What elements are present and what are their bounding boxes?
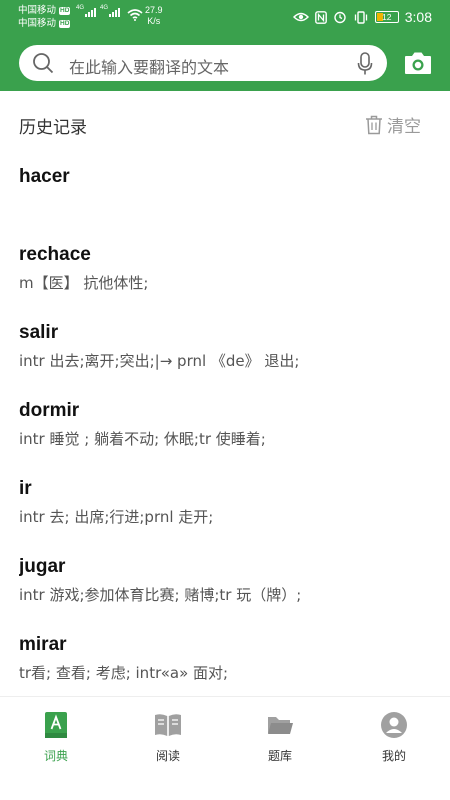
history-item[interactable]: salir intr 出去;离开;突出;|→ prnl 《de》 退出; — [19, 319, 429, 397]
history-item[interactable]: hacer — [19, 163, 429, 241]
status-icons-right: 12 3:08 — [292, 9, 432, 25]
history-word: ir — [19, 478, 32, 499]
history-definition: intr 出去;离开;突出;|→ prnl 《de》 退出; — [19, 352, 300, 370]
signal-icon: 4G — [100, 5, 120, 17]
history-word: hacer — [19, 166, 70, 187]
list-fade — [0, 680, 450, 696]
clear-history-button[interactable]: 清空 — [365, 112, 421, 137]
signal-icon: 4G — [76, 5, 96, 17]
search-input[interactable]: 在此输入要翻译的文本 — [69, 54, 229, 78]
clock: 3:08 — [404, 9, 432, 25]
nav-profile[interactable]: 我的 — [354, 711, 434, 764]
nav-label: 词典 — [43, 749, 68, 763]
nav-reading[interactable]: 阅读 — [128, 711, 208, 764]
nav-label: 题库 — [267, 749, 292, 763]
folder-icon — [268, 717, 293, 734]
history-list: hacer rechace m【医】 抗他体性; salir intr 出去;离… — [19, 163, 429, 693]
history-word: salir — [19, 322, 59, 343]
battery-icon: 12 — [374, 11, 399, 23]
history-item[interactable]: ir intr 去; 出席;行进;prnl 走开; — [19, 475, 429, 553]
history-definition: m【医】 抗他体性; — [19, 274, 149, 292]
network-speed: 27.9 K/s — [145, 5, 163, 26]
trash-icon — [366, 115, 382, 134]
search-bar[interactable]: 在此输入要翻译的文本 — [19, 45, 387, 81]
carrier-info: 中国移动 HD 中国移动 HD — [18, 4, 71, 30]
history-word: dormir — [19, 400, 80, 421]
carrier-2: 中国移动 — [18, 18, 57, 29]
history-item[interactable]: dormir intr 睡觉 ; 躺着不动; 休眠;tr 使睡着; — [19, 397, 429, 475]
eye-icon — [292, 12, 309, 22]
history-title: 历史记录 — [19, 118, 87, 138]
hd-badge: HD — [59, 19, 71, 28]
user-icon — [381, 712, 407, 738]
wifi-icon — [127, 9, 143, 21]
history-item[interactable]: jugar intr 游戏;参加体育比赛; 赌博;tr 玩（牌）; — [19, 553, 429, 631]
history-definition: intr 睡觉 ; 躺着不动; 休眠;tr 使睡着; — [19, 430, 266, 448]
microphone-icon[interactable] — [357, 52, 373, 76]
clear-label: 清空 — [387, 117, 421, 137]
nav-question-bank[interactable]: 题库 — [240, 711, 320, 764]
history-header: 历史记录 清空 — [19, 110, 421, 138]
vibrate-icon — [354, 10, 367, 24]
nav-dictionary[interactable]: 词典 — [16, 711, 96, 764]
history-word: jugar — [19, 556, 66, 577]
nav-label: 我的 — [381, 749, 406, 763]
search-icon — [33, 53, 54, 74]
dictionary-icon — [45, 712, 67, 738]
alarm-icon — [334, 11, 346, 24]
carrier-1: 中国移动 — [18, 5, 57, 16]
hd-badge: HD — [59, 6, 71, 15]
history-definition: intr 游戏;参加体育比赛; 赌博;tr 玩（牌）; — [19, 586, 302, 604]
nfc-icon — [314, 10, 327, 24]
camera-icon[interactable] — [403, 50, 433, 76]
history-definition: intr 去; 出席;行进;prnl 走开; — [19, 508, 214, 526]
history-word: rechace — [19, 244, 91, 265]
status-bar: 中国移动 HD 中国移动 HD 4G 4G 27.9 K/s 12 3:08 — [0, 0, 450, 36]
app-header: 中国移动 HD 中国移动 HD 4G 4G 27.9 K/s 12 3:08 在… — [0, 0, 450, 91]
history-item[interactable]: rechace m【医】 抗他体性; — [19, 241, 429, 319]
nav-label: 阅读 — [155, 749, 180, 763]
bottom-navigation: 词典 阅读 题库 我的 — [0, 696, 450, 800]
book-icon — [155, 714, 181, 736]
history-word: mirar — [19, 634, 67, 655]
